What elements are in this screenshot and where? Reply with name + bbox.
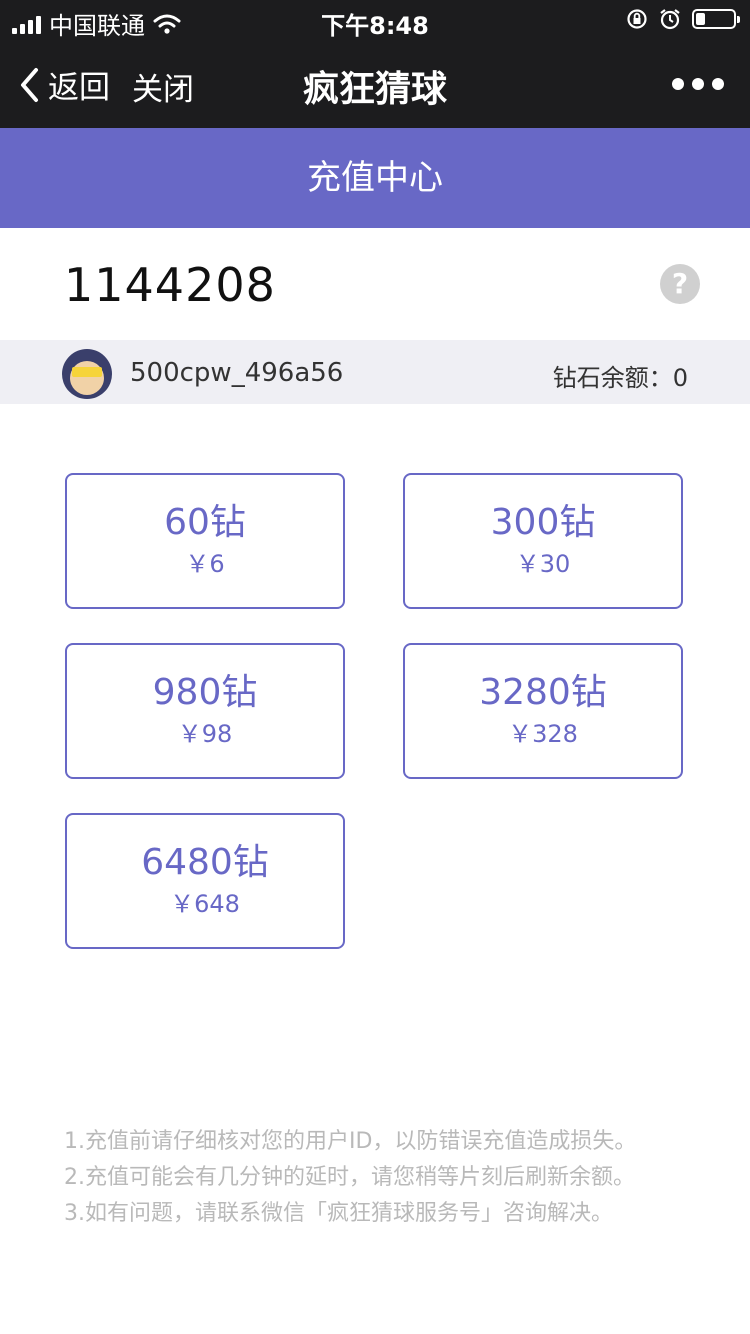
package-amount: 300钻	[490, 502, 596, 543]
account-row: 500cpw_496a56 钻石余额：0	[0, 340, 750, 404]
package-option[interactable]: 6480钻 ￥648	[65, 813, 345, 949]
user-id: 1144208	[64, 258, 276, 312]
package-option[interactable]: 60钻 ￥6	[65, 473, 345, 609]
recharge-center-header: 充值中心	[0, 128, 750, 228]
package-price: ￥6	[185, 550, 225, 578]
package-price: ￥30	[515, 550, 571, 578]
battery-icon	[692, 9, 740, 29]
account-name: 500cpw_496a56	[130, 358, 344, 388]
status-right	[626, 8, 740, 30]
more-menu-icon[interactable]	[672, 78, 724, 90]
balance-value: 0	[672, 364, 688, 392]
help-icon[interactable]: ?	[660, 264, 700, 304]
note-line: 2.充值可能会有几分钟的延时，请您稍等片刻后刷新余额。	[64, 1165, 635, 1190]
package-amount: 980钻	[152, 672, 258, 713]
note-line: 3.如有问题，请联系微信「疯狂猜球服务号」咨询解决。	[64, 1201, 613, 1226]
package-option[interactable]: 980钻 ￥98	[65, 643, 345, 779]
note-line: 1.充值前请仔细核对您的用户ID，以防错误充值造成损失。	[64, 1129, 637, 1154]
package-option[interactable]: 3280钻 ￥328	[403, 643, 683, 779]
user-id-row: 1144208 ?	[0, 228, 750, 340]
battery-level	[696, 13, 705, 25]
package-amount: 6480钻	[141, 842, 269, 883]
package-price: ￥328	[508, 720, 578, 748]
package-amount: 60钻	[164, 502, 246, 543]
recharge-notes: 1.充值前请仔细核对您的用户ID，以防错误充值造成损失。 2.充值可能会有几分钟…	[64, 1124, 636, 1232]
page-title: 疯狂猜球	[302, 69, 447, 110]
package-option[interactable]: 300钻 ￥30	[403, 473, 683, 609]
package-price: ￥98	[177, 720, 233, 748]
package-price: ￥648	[170, 890, 240, 918]
avatar	[62, 349, 112, 399]
nav-bar: 返回 关闭 疯狂猜球	[0, 40, 750, 128]
diamond-balance: 钻石余额：0	[553, 358, 688, 393]
balance-label: 钻石余额：	[552, 364, 673, 392]
package-amount: 3280钻	[479, 672, 607, 713]
alarm-icon	[660, 9, 680, 30]
status-bar: 中国联通 下午8:48	[0, 0, 750, 40]
rotation-lock-icon	[627, 9, 647, 29]
